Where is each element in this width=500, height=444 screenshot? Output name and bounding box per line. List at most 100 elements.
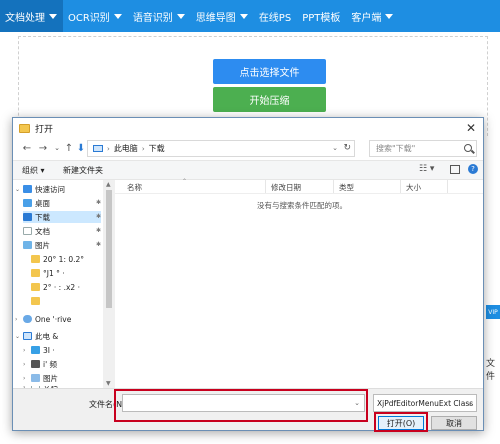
organize-button[interactable]: 组织 ▾ <box>22 165 45 176</box>
nav-label: OCR识别 <box>68 12 110 24</box>
pc-icon <box>23 332 32 340</box>
nav-label: 语音识别 <box>132 12 173 24</box>
nav-item-pictures[interactable]: 图片 <box>23 239 50 251</box>
nav-item-3d-objects[interactable]: › 3I · <box>23 344 55 356</box>
column-date-modified[interactable]: 修改日期 <box>271 182 301 193</box>
recent-dropdown-icon[interactable]: ⌄ <box>51 142 63 154</box>
cloud-icon <box>23 315 32 323</box>
nav-speech[interactable]: 语音识别 <box>128 0 191 32</box>
expand-icon[interactable]: › <box>23 361 31 368</box>
nav-item-pictures-pc[interactable]: › 图片 <box>23 372 58 384</box>
search-input[interactable]: 搜索"下载" <box>369 140 477 157</box>
help-icon[interactable]: ? <box>468 164 478 174</box>
chevron-down-icon <box>239 13 248 19</box>
pin-icon: ✱ <box>96 227 102 234</box>
preview-pane-icon[interactable] <box>450 165 460 174</box>
expand-icon[interactable]: › <box>23 347 31 354</box>
forward-arrow-icon[interactable]: → <box>37 142 49 154</box>
folder-icon <box>31 269 40 277</box>
column-divider[interactable] <box>447 180 448 193</box>
up-arrow-icon[interactable]: ↑ <box>63 142 75 154</box>
nav-ppt-template[interactable]: PPT模板 <box>297 0 346 32</box>
nav-item-folder[interactable] <box>31 295 43 307</box>
cancel-button[interactable]: 取消 <box>431 416 477 430</box>
breadcrumb-downloads[interactable]: 下载 <box>149 143 165 154</box>
nav-ocr[interactable]: OCR识别 <box>63 0 128 32</box>
nav-item-documents[interactable]: 文档 <box>23 225 50 237</box>
breadcrumb-this-pc[interactable]: 此电脑 <box>114 143 138 154</box>
nav-item-label: 此电 & <box>35 331 59 341</box>
column-divider[interactable] <box>400 180 401 193</box>
nav-item-this-pc[interactable]: ⌄ 此电 & <box>15 330 58 342</box>
chevron-down-icon[interactable]: ⌄ <box>467 399 473 407</box>
file-type-select[interactable]: XjPdfEditorMenuExt Class ⌄ <box>373 394 477 412</box>
nav-item-quick-access[interactable]: ⌄ 快速访问 <box>15 183 65 195</box>
star-icon <box>23 185 32 193</box>
nav-item-label: i' 频 <box>43 359 58 369</box>
nav-scrollbar[interactable]: ▲ ▼ <box>103 180 115 388</box>
nav-mindmap[interactable]: 思维导图 <box>191 0 254 32</box>
back-arrow-icon[interactable]: ← <box>21 142 33 154</box>
nav-label: 在线PS <box>258 12 292 24</box>
column-type[interactable]: 类型 <box>339 182 354 193</box>
expand-icon[interactable]: ⌄ <box>15 333 23 340</box>
search-icon <box>464 144 472 152</box>
top-nav-bar: 文档处理 OCR识别 语音识别 思维导图 在线PS PPT模板 客户端 <box>0 0 500 32</box>
sort-up-icon: ⌃ <box>182 178 188 185</box>
close-button[interactable]: ✕ <box>463 120 479 136</box>
pc-icon <box>93 145 103 152</box>
column-name[interactable]: 名称 <box>127 182 142 193</box>
dialog-titlebar[interactable]: 打开 ✕ <box>13 118 483 138</box>
nav-item-folder[interactable]: 20° 1: 0.2° <box>31 253 84 265</box>
column-size[interactable]: 大小 <box>406 182 421 193</box>
nav-client[interactable]: 客户端 <box>346 0 399 32</box>
nav-item-folder[interactable]: 2° · : .x2 · <box>31 281 80 293</box>
file-list: ⌃ 名称 修改日期 类型 大小 没有与搜索条件匹配的项。 <box>115 178 483 388</box>
nav-item-label: 下载 <box>35 212 50 222</box>
address-bar[interactable]: › 此电脑 › 下载 ⌄ ↻ <box>87 140 355 157</box>
scroll-down-icon[interactable]: ▼ <box>106 380 111 387</box>
nav-item-desktop[interactable]: 桌面 <box>23 197 50 209</box>
nav-item-label: 文档 <box>35 226 50 236</box>
filename-highlight-box <box>114 389 368 422</box>
search-placeholder: 搜索"下载" <box>376 144 416 153</box>
nav-item-downloads[interactable]: 下载 <box>23 211 101 223</box>
nav-label: 文档处理 <box>5 12 45 24</box>
expand-icon[interactable]: ⌄ <box>15 186 23 193</box>
expand-icon[interactable]: › <box>23 375 31 382</box>
select-file-button[interactable]: 点击选择文件 <box>213 59 326 84</box>
nav-item-folder[interactable]: °J1 ° · <box>31 267 65 279</box>
nav-online-ps[interactable]: 在线PS <box>254 0 297 32</box>
folder-icon <box>31 255 40 263</box>
column-divider[interactable] <box>333 180 334 193</box>
file-type-value: XjPdfEditorMenuExt Class <box>377 398 474 408</box>
nav-item-videos[interactable]: › i' 频 <box>23 358 57 370</box>
nav-item-onedrive[interactable]: › One '·rive <box>15 313 71 325</box>
open-button-highlight-box <box>374 412 428 432</box>
chevron-down-icon[interactable]: ⌄ <box>332 144 338 152</box>
column-divider[interactable] <box>265 180 266 193</box>
nav-item-label: 图片 <box>43 373 58 383</box>
refresh-icon[interactable]: ↻ <box>343 143 351 153</box>
start-compress-button[interactable]: 开始压缩 <box>213 87 326 112</box>
pin-icon: ✱ <box>96 241 102 248</box>
chevron-right-icon[interactable]: › <box>142 145 145 153</box>
view-options-icon[interactable]: ☷ ▾ <box>419 164 434 174</box>
nav-doc-processing[interactable]: 文档处理 <box>0 0 63 32</box>
nav-item-label: One '·rive <box>35 314 72 324</box>
nav-item-label: 2° · : .x2 · <box>43 282 80 292</box>
column-headers: ⌃ 名称 修改日期 类型 大小 <box>115 178 483 194</box>
new-folder-button[interactable]: 新建文件夹 <box>63 165 103 176</box>
scroll-up-icon[interactable]: ▲ <box>106 181 111 188</box>
nav-item-label: 图片 <box>35 240 50 250</box>
side-text: 文件 <box>486 359 496 382</box>
empty-results-message: 没有与搜索条件匹配的项。 <box>257 201 347 210</box>
navigation-pane: ⌄ 快速访问 桌面 ✱ 下载 ✱ 文档 ✱ 图片 ✱ 20° 1: 0.2° °… <box>13 180 103 388</box>
scrollbar-thumb[interactable] <box>106 190 112 308</box>
expand-icon[interactable]: › <box>15 316 23 323</box>
picture-icon <box>31 374 40 382</box>
chevron-down-icon <box>385 13 394 19</box>
side-vip-tab[interactable]: VIP <box>486 305 500 319</box>
chevron-right-icon[interactable]: › <box>107 145 110 153</box>
picture-icon <box>23 241 32 249</box>
